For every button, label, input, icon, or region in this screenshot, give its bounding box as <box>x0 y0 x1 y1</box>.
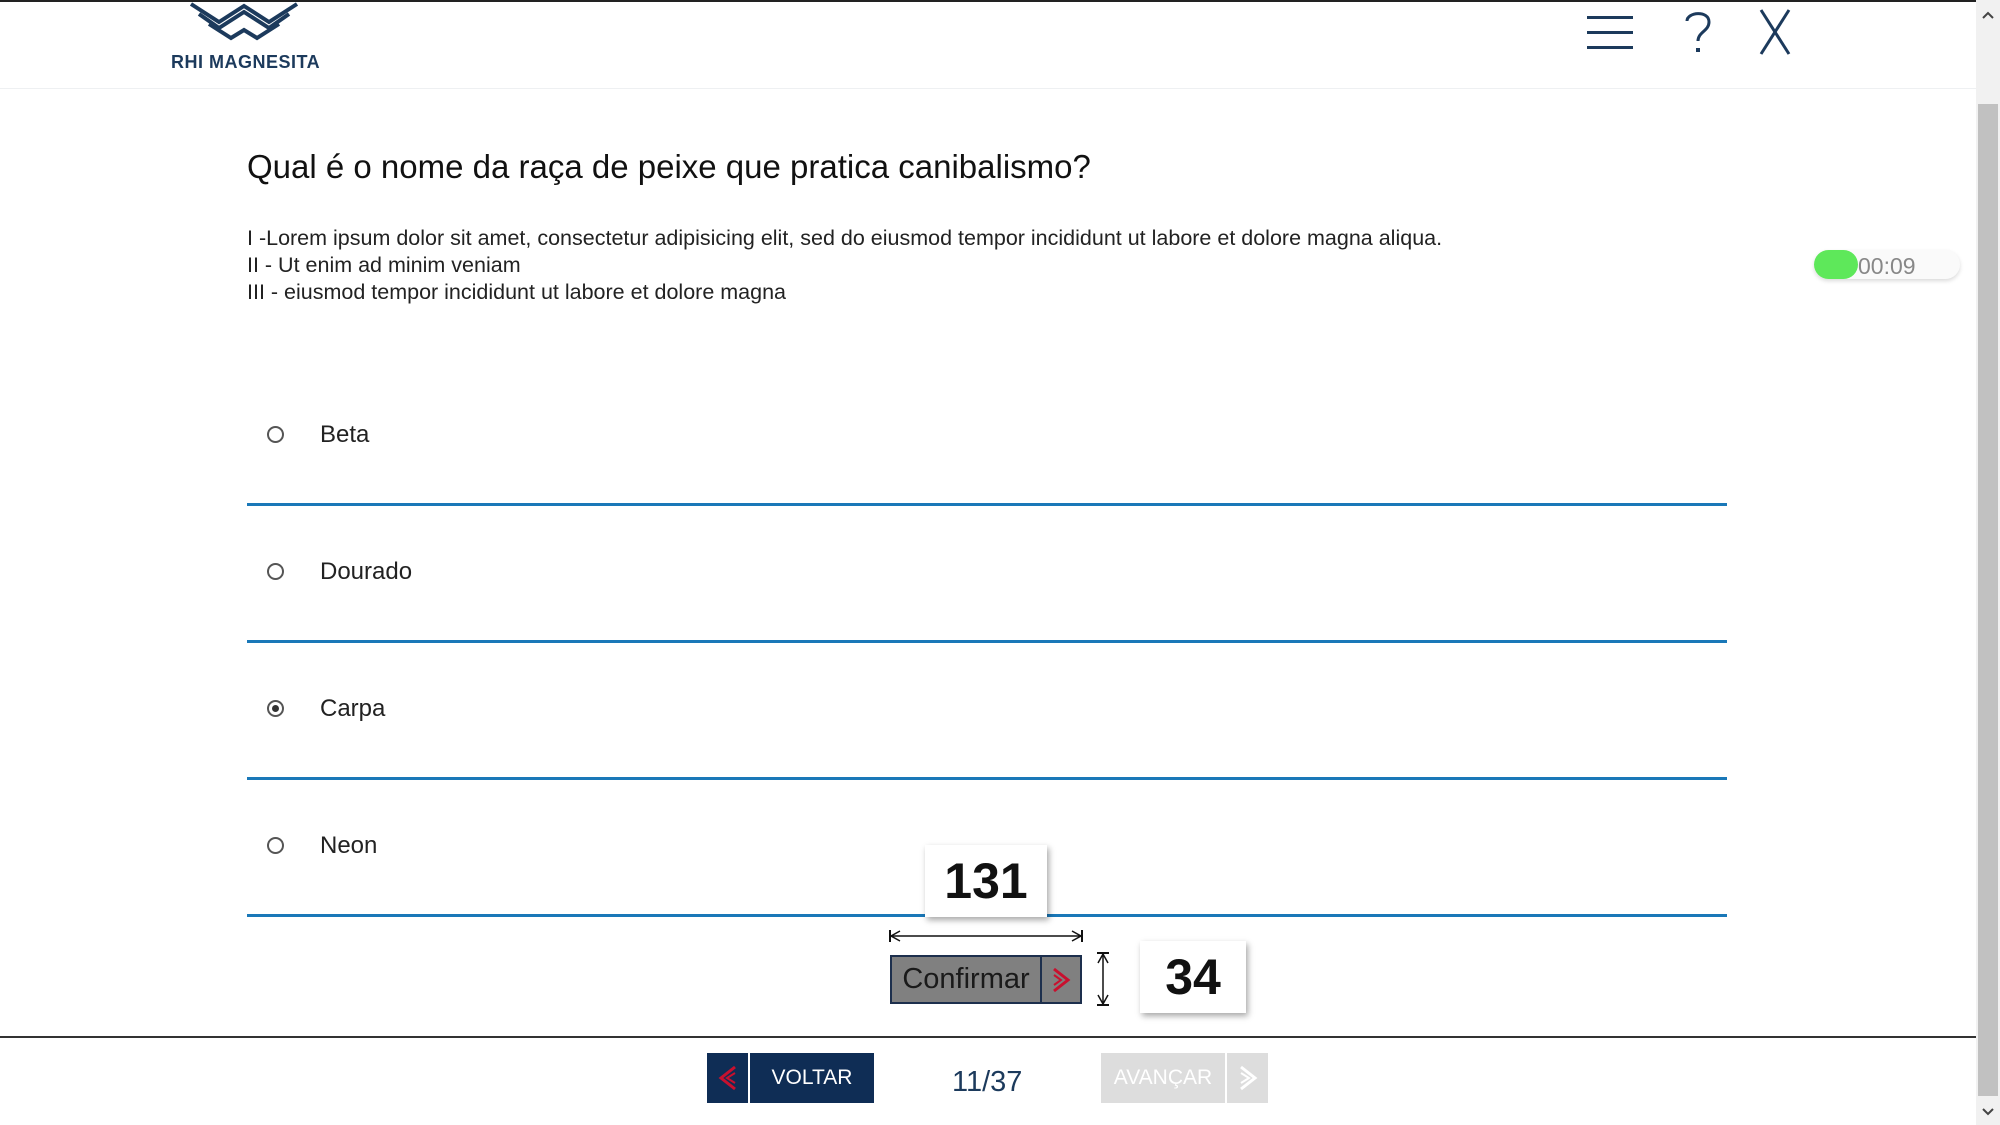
question-title: Qual é o nome da raça de peixe que prati… <box>247 148 1091 185</box>
scroll-down-icon[interactable] <box>1976 1101 2000 1123</box>
scroll-up-icon[interactable] <box>1976 4 2000 26</box>
timer-fill <box>1814 250 1858 279</box>
timer-progress: 00:09 <box>1814 250 1960 279</box>
scrollbar-thumb[interactable] <box>1978 104 1998 1096</box>
vertical-scrollbar[interactable] <box>1976 0 2000 1125</box>
hamburger-menu-icon <box>1587 16 1633 49</box>
answer-option[interactable]: Beta <box>247 370 1727 506</box>
width-measure-arrow-icon <box>889 930 1083 942</box>
close-x-icon <box>1759 9 1791 55</box>
company-logo: RHI MAGNESITA <box>165 2 335 74</box>
header-bar: RHI MAGNESITA <box>0 2 1976 89</box>
close-button[interactable] <box>1755 8 1795 56</box>
statement-line: II - Ut enim ad minim veniam <box>247 253 521 277</box>
radio-button[interactable] <box>267 563 284 580</box>
chevron-right-icon <box>1225 1053 1268 1103</box>
logo-text: RHI MAGNESITA <box>171 52 321 72</box>
chevron-right-icon <box>1040 957 1080 1002</box>
question-mark-icon <box>1685 12 1711 52</box>
menu-button[interactable] <box>1585 8 1635 56</box>
option-label: Carpa <box>320 695 386 722</box>
chevron-left-icon <box>707 1053 750 1103</box>
next-button[interactable]: AVANÇAR <box>1101 1053 1268 1103</box>
confirm-label: Confirmar <box>902 963 1030 995</box>
statement-line: I -Lorem ipsum dolor sit amet, consectet… <box>247 226 1443 250</box>
option-label: Beta <box>320 421 370 448</box>
timer-text: 00:09 <box>1858 253 1916 279</box>
radio-button[interactable] <box>267 700 284 717</box>
answer-options: Beta Dourado Carpa Neon <box>247 370 1727 917</box>
height-dimension-label: 34 <box>1140 941 1246 1013</box>
page-indicator: 11/37 <box>952 1066 1023 1098</box>
back-label: VOLTAR <box>771 1066 853 1089</box>
width-dimension-label: 131 <box>925 845 1047 917</box>
footer-divider <box>0 1036 1976 1038</box>
radio-button[interactable] <box>267 426 284 443</box>
confirm-button[interactable]: Confirmar <box>890 955 1082 1004</box>
help-button[interactable] <box>1678 8 1718 56</box>
next-label: AVANÇAR <box>1113 1066 1213 1089</box>
option-label: Dourado <box>320 558 413 585</box>
option-label: Neon <box>320 832 378 859</box>
height-measure-arrow-icon <box>1097 952 1109 1006</box>
question-statements: I -Lorem ipsum dolor sit amet, consectet… <box>247 225 1442 306</box>
answer-option[interactable]: Carpa <box>247 644 1727 780</box>
answer-option[interactable]: Dourado <box>247 507 1727 643</box>
back-button[interactable]: VOLTAR <box>707 1053 874 1103</box>
logo-mark-icon <box>189 2 299 41</box>
radio-button[interactable] <box>267 837 284 854</box>
statement-line: III - eiusmod tempor incididunt ut labor… <box>247 280 786 304</box>
